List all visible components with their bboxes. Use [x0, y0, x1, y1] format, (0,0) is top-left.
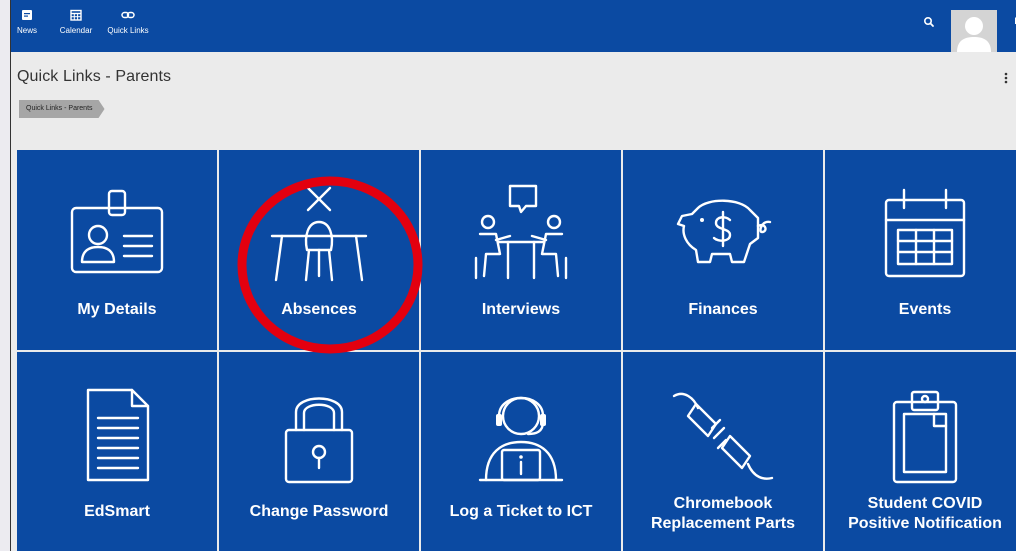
- app-frame: News Calendar Quick Links Quick Links - …: [10, 0, 1016, 551]
- link-icon: [121, 11, 135, 19]
- nav-label-news: News: [16, 26, 37, 35]
- tile-interviews[interactable]: Interviews: [421, 150, 621, 350]
- calendar-icon: [884, 188, 966, 278]
- tile-label: Absences: [281, 301, 357, 318]
- helpdesk-icon: [478, 396, 564, 482]
- plug-icon: [672, 392, 774, 480]
- tile-label: Events: [898, 301, 952, 318]
- id-card-icon: [70, 189, 164, 274]
- tile-absences[interactable]: Absences: [219, 150, 419, 350]
- tile-label-line1: Student COVID: [867, 495, 983, 512]
- tile-events[interactable]: Events: [825, 150, 1016, 350]
- tile-label-line1: Chromebook: [673, 495, 773, 512]
- tile-finances[interactable]: Finances: [623, 150, 823, 350]
- more-options-icon[interactable]: [1001, 70, 1011, 86]
- tile-chromebook-replacement-parts[interactable]: Chromebook Replacement Parts: [623, 352, 823, 551]
- page-title: Quick Links - Parents: [17, 68, 172, 85]
- user-avatar[interactable]: [951, 10, 997, 52]
- tile-label: Interviews: [481, 301, 561, 318]
- tile-student-covid-positive-notification[interactable]: Student COVID Positive Notification: [825, 352, 1016, 551]
- tile-change-password[interactable]: Change Password: [219, 352, 419, 551]
- nav-item-calendar[interactable]: Calendar: [59, 8, 93, 35]
- calendar-icon: [70, 9, 82, 21]
- tile-log-ticket-ict[interactable]: Log a Ticket to ICT: [421, 352, 621, 551]
- tile-label-line2: Positive Notification: [848, 515, 1002, 532]
- nav-item-news[interactable]: News: [15, 8, 39, 35]
- breadcrumb[interactable]: Quick Links - Parents: [19, 100, 105, 118]
- nav-label-quick-links: Quick Links: [107, 26, 149, 35]
- clipboard-icon: [892, 390, 958, 484]
- top-navigation-bar: News Calendar Quick Links: [11, 0, 1016, 52]
- tile-label: Finances: [688, 301, 758, 318]
- tile-label: EdSmart: [84, 503, 150, 520]
- tile-label: Log a Ticket to ICT: [449, 503, 593, 520]
- tile-label: Student COVID Positive Notification: [825, 494, 1016, 534]
- piggy-bank-icon: [676, 199, 772, 264]
- person-icon: [957, 17, 991, 52]
- tile-label: Change Password: [249, 503, 389, 520]
- news-icon: [22, 10, 32, 20]
- interview-icon: [474, 184, 568, 280]
- tile-label: Chromebook Replacement Parts: [623, 494, 823, 534]
- quick-links-grid: My Details Absences Interviews Finances …: [17, 150, 1016, 551]
- tile-my-details[interactable]: My Details: [17, 150, 217, 350]
- tile-label-line2: Replacement Parts: [650, 515, 796, 532]
- nav-label-calendar: Calendar: [59, 26, 93, 35]
- tile-edsmart[interactable]: EdSmart: [17, 352, 217, 551]
- document-icon: [86, 388, 150, 482]
- tile-label: My Details: [77, 301, 157, 318]
- nav-item-quick-links[interactable]: Quick Links: [105, 8, 151, 35]
- account-menu-icon[interactable]: [1009, 10, 1016, 40]
- padlock-icon: [284, 397, 354, 484]
- search-icon[interactable]: [919, 12, 939, 32]
- empty-desk-icon: [270, 186, 368, 282]
